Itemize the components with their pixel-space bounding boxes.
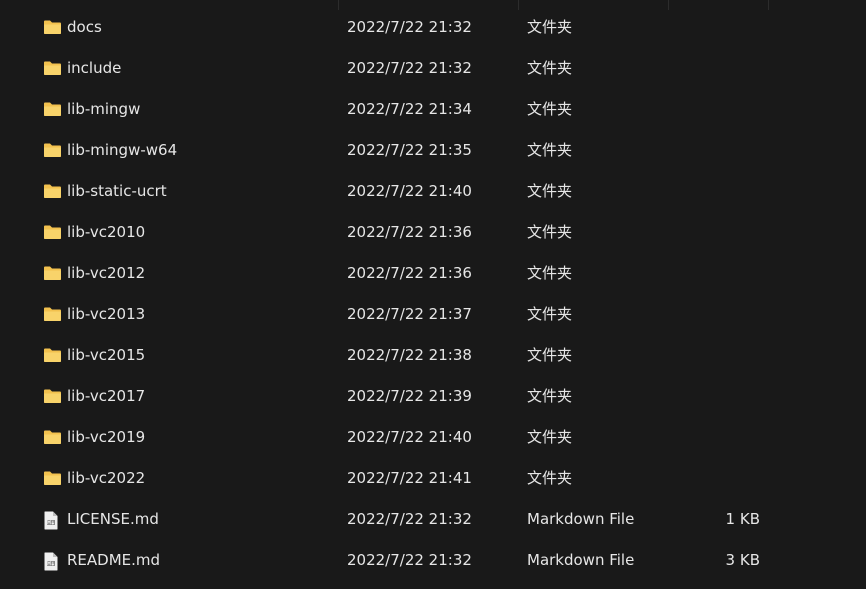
file-size xyxy=(700,458,760,499)
file-name: lib-vc2022 xyxy=(67,469,146,487)
file-size: 3 KB xyxy=(725,551,760,569)
folder-icon xyxy=(43,458,63,499)
file-type: 文件夹 xyxy=(527,141,573,159)
file-type: Markdown File xyxy=(527,510,635,528)
file-row[interactable]: lib-vc2019 2022/7/22 21:40 文件夹 xyxy=(0,417,866,458)
file-name: LICENSE.md xyxy=(67,510,159,528)
file-type: 文件夹 xyxy=(527,18,573,36)
file-modified-date: 2022/7/22 21:40 xyxy=(347,428,472,446)
file-modified-date: 2022/7/22 21:32 xyxy=(347,59,472,77)
file-row[interactable]: lib-vc2010 2022/7/22 21:36 文件夹 xyxy=(0,212,866,253)
file-size xyxy=(700,253,760,294)
file-modified-date: 2022/7/22 21:34 xyxy=(347,100,472,118)
file-name: lib-vc2012 xyxy=(67,264,146,282)
file-modified-date: 2022/7/22 21:37 xyxy=(347,305,472,323)
file-modified-date: 2022/7/22 21:35 xyxy=(347,141,472,159)
file-name: lib-vc2013 xyxy=(67,305,146,323)
folder-icon xyxy=(43,417,63,458)
file-row[interactable]: lib-mingw 2022/7/22 21:34 文件夹 xyxy=(0,89,866,130)
file-row[interactable]: lib-vc2022 2022/7/22 21:41 文件夹 xyxy=(0,458,866,499)
file-row[interactable]: lib-mingw-w64 2022/7/22 21:35 文件夹 xyxy=(0,130,866,171)
file-size xyxy=(700,48,760,89)
file-row[interactable]: include 2022/7/22 21:32 文件夹 xyxy=(0,48,866,89)
file-name: lib-vc2015 xyxy=(67,346,146,364)
file-size xyxy=(700,130,760,171)
file-name: README.md xyxy=(67,551,161,569)
file-type: 文件夹 xyxy=(527,223,573,241)
file-name: docs xyxy=(67,18,102,36)
file-size xyxy=(700,171,760,212)
file-row[interactable]: lib-vc2013 2022/7/22 21:37 文件夹 xyxy=(0,294,866,335)
file-type: 文件夹 xyxy=(527,305,573,323)
file-row[interactable]: LICENSE.md 2022/7/22 21:32 Markdown File… xyxy=(0,499,866,540)
file-size xyxy=(700,335,760,376)
markdown-file-icon xyxy=(43,540,63,581)
file-type: 文件夹 xyxy=(527,59,573,77)
file-row[interactable]: README.md 2022/7/22 21:32 Markdown File … xyxy=(0,540,866,581)
file-modified-date: 2022/7/22 21:36 xyxy=(347,223,472,241)
file-modified-date: 2022/7/22 21:32 xyxy=(347,551,472,569)
file-row[interactable]: docs 2022/7/22 21:32 文件夹 xyxy=(0,7,866,48)
folder-icon xyxy=(43,48,63,89)
folder-icon xyxy=(43,171,63,212)
folder-icon xyxy=(43,253,63,294)
file-type: 文件夹 xyxy=(527,346,573,364)
file-name: lib-mingw xyxy=(67,100,141,118)
folder-icon xyxy=(43,376,63,417)
file-type: 文件夹 xyxy=(527,469,573,487)
file-type: 文件夹 xyxy=(527,387,573,405)
folder-icon xyxy=(43,212,63,253)
file-size xyxy=(700,212,760,253)
file-size xyxy=(700,89,760,130)
file-modified-date: 2022/7/22 21:32 xyxy=(347,510,472,528)
file-size xyxy=(700,417,760,458)
file-row[interactable]: lib-static-ucrt 2022/7/22 21:40 文件夹 xyxy=(0,171,866,212)
file-name: lib-vc2017 xyxy=(67,387,146,405)
folder-icon xyxy=(43,335,63,376)
file-type: Markdown File xyxy=(527,551,635,569)
file-name: lib-static-ucrt xyxy=(67,182,167,200)
file-list: docs 2022/7/22 21:32 文件夹 include 2022/7/… xyxy=(0,0,866,589)
file-modified-date: 2022/7/22 21:38 xyxy=(347,346,472,364)
file-modified-date: 2022/7/22 21:32 xyxy=(347,18,472,36)
folder-icon xyxy=(43,294,63,335)
file-name: lib-vc2010 xyxy=(67,223,146,241)
file-name: lib-mingw-w64 xyxy=(67,141,178,159)
file-type: 文件夹 xyxy=(527,100,573,118)
file-size xyxy=(700,376,760,417)
file-size xyxy=(700,7,760,48)
file-name: lib-vc2019 xyxy=(67,428,146,446)
file-size: 1 KB xyxy=(725,510,760,528)
file-modified-date: 2022/7/22 21:39 xyxy=(347,387,472,405)
folder-icon xyxy=(43,130,63,171)
folder-icon xyxy=(43,7,63,48)
file-row[interactable]: lib-vc2012 2022/7/22 21:36 文件夹 xyxy=(0,253,866,294)
file-size xyxy=(700,294,760,335)
file-name: include xyxy=(67,59,122,77)
markdown-file-icon xyxy=(43,499,63,540)
file-modified-date: 2022/7/22 21:36 xyxy=(347,264,472,282)
file-modified-date: 2022/7/22 21:41 xyxy=(347,469,472,487)
file-modified-date: 2022/7/22 21:40 xyxy=(347,182,472,200)
file-type: 文件夹 xyxy=(527,428,573,446)
file-row[interactable]: lib-vc2017 2022/7/22 21:39 文件夹 xyxy=(0,376,866,417)
file-type: 文件夹 xyxy=(527,182,573,200)
folder-icon xyxy=(43,89,63,130)
file-type: 文件夹 xyxy=(527,264,573,282)
file-row[interactable]: lib-vc2015 2022/7/22 21:38 文件夹 xyxy=(0,335,866,376)
